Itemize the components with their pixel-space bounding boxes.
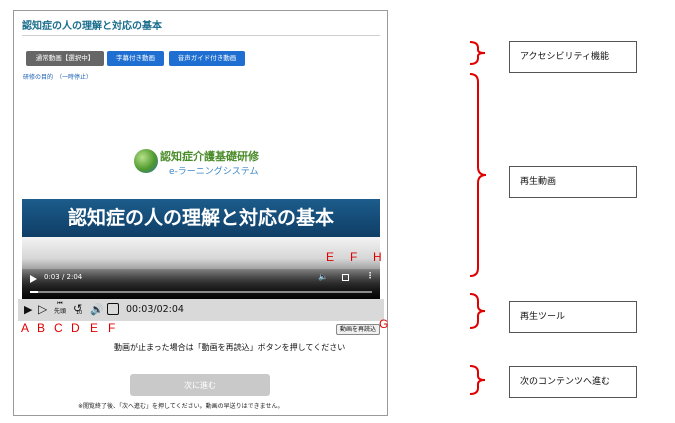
- native-progress-track[interactable]: [30, 291, 372, 293]
- brace-tools-icon: [469, 293, 486, 329]
- fullscreen-icon[interactable]: [107, 303, 119, 315]
- normal-video-button[interactable]: 通常動画【選択中】: [26, 51, 104, 66]
- native-progress-fill: [30, 291, 39, 293]
- skip-to-start-icon[interactable]: ⏮ 先頭: [54, 300, 66, 316]
- native-more-icon[interactable]: ⋮: [366, 271, 374, 280]
- tool-label-b: B: [37, 321, 46, 335]
- tool-label-e: E: [90, 321, 99, 335]
- annotation-next: 次のコンテンツへ進む: [509, 366, 637, 398]
- native-label-h: H: [373, 250, 382, 264]
- purpose-link[interactable]: 研修の目的 （一時停止）: [23, 72, 92, 81]
- native-fullscreen-icon[interactable]: [342, 274, 349, 281]
- video-banner: 認知症の人の理解と対応の基本: [22, 199, 380, 237]
- reload-hint: 動画が止まった場合は「動画を再読込」ボタンを押してください: [114, 343, 346, 352]
- tool-label-f: F: [108, 321, 116, 335]
- banner-title: 認知症の人の理解と対応の基本: [67, 207, 334, 229]
- note-text: ※閲覧終了後、「次へ進む」を押してください。動画の早送りはできません。: [78, 403, 284, 410]
- native-time: 0:03 / 2:04: [44, 273, 83, 281]
- native-controls: 0:03 / 2:04 🔈 ⋮: [22, 269, 380, 299]
- toolbar-time: 00:03/02:04: [126, 304, 184, 315]
- tool-label-g: G: [379, 317, 389, 331]
- brace-accessibility-icon: [469, 41, 486, 65]
- annotation-tools: 再生ツール: [509, 301, 637, 333]
- logo-subtitle: e-ラーニングシステム: [169, 167, 259, 177]
- tool-label-a: A: [21, 321, 30, 335]
- audio-guide-video-button[interactable]: 音声ガイド付き動画: [169, 51, 245, 66]
- page-title: 認知症の人の理解と対応の基本: [22, 21, 162, 32]
- reload-video-button[interactable]: 動画を再読込: [336, 324, 380, 335]
- native-label-e: E: [326, 250, 335, 264]
- tool-label-c: C: [54, 321, 63, 335]
- course-frame: 認知症の人の理解と対応の基本 通常動画【選択中】 字幕付き動画 音声ガイド付き動…: [13, 10, 388, 416]
- native-label-f: F: [350, 250, 358, 264]
- skip-start-label: 先頭: [54, 308, 67, 315]
- native-volume-icon[interactable]: 🔈: [318, 272, 328, 281]
- rewind-icon[interactable]: ↺ 10: [73, 302, 82, 316]
- brace-next-icon: [469, 365, 486, 395]
- video-player[interactable]: 認知症介護基礎研修 e-ラーニングシステム 認知症の人の理解と対応の基本 0:0…: [22, 85, 380, 299]
- subtitle-video-button[interactable]: 字幕付き動画: [107, 51, 164, 66]
- logo-icon: [134, 149, 158, 173]
- play-circle-icon[interactable]: ▷: [38, 302, 47, 316]
- next-button[interactable]: 次に進む: [130, 374, 270, 396]
- logo-title: 認知症介護基礎研修: [160, 150, 259, 163]
- brace-video-icon: [469, 73, 487, 277]
- tool-label-d: D: [71, 321, 80, 335]
- playback-toolbar: ▶ ▷ ⏮ 先頭 ↺ 10 🔊 00:03/02:04: [18, 299, 384, 321]
- title-divider: [22, 35, 380, 36]
- volume-icon[interactable]: 🔊: [90, 303, 104, 317]
- annotation-video: 再生動画: [509, 166, 637, 198]
- rewind-seconds: 10: [76, 310, 83, 316]
- play-icon[interactable]: ▶: [24, 303, 32, 317]
- native-play-icon[interactable]: [30, 275, 37, 283]
- annotation-accessibility: アクセシビリティ機能: [509, 41, 637, 73]
